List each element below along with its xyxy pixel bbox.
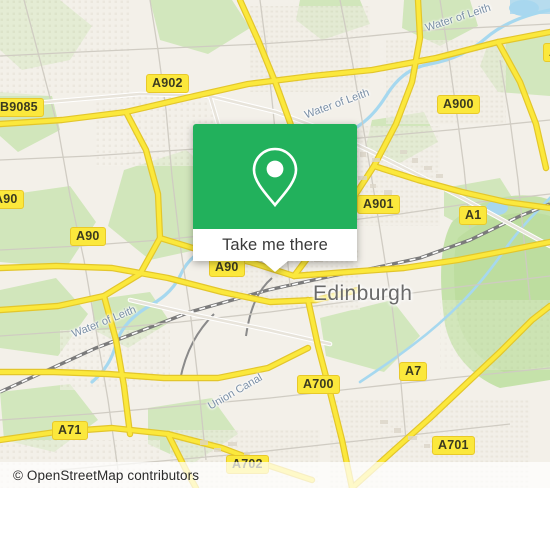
road-shield-a1: A1 (459, 206, 488, 225)
popup-header (193, 124, 357, 229)
popup-footer[interactable]: Take me there (193, 229, 357, 261)
map-screenshot: Edinburgh Water of Leith Water of Leith … (0, 0, 550, 550)
map-attribution-bar: © OpenStreetMap contributors (0, 462, 550, 488)
road-shield-b9085: B9085 (0, 98, 44, 117)
road-shield-a701: A701 (432, 436, 475, 455)
road-shield-edge: A (543, 43, 550, 62)
popup-tail-pointer (262, 261, 288, 272)
road-shield-a90-south: A90 (70, 227, 106, 246)
footer-bar: Getaway Sailing, 196 Rose Street Eh2 Edi… (0, 488, 550, 550)
road-shield-a901: A901 (357, 195, 400, 214)
attribution-text[interactable]: © OpenStreetMap contributors (0, 468, 199, 483)
road-shield-a7: A7 (399, 362, 428, 381)
road-shield-a71: A71 (52, 421, 88, 440)
road-shield-a900: A900 (437, 95, 480, 114)
map-viewport[interactable]: Edinburgh Water of Leith Water of Leith … (0, 0, 550, 488)
road-shield-a90-west: A90 (0, 190, 24, 209)
location-pin-icon (252, 147, 298, 207)
road-shield-a902: A902 (146, 74, 189, 93)
road-shield-a700: A700 (297, 375, 340, 394)
location-popup-card[interactable]: Take me there (193, 124, 357, 272)
take-me-there-label: Take me there (222, 235, 328, 254)
map-city-label: Edinburgh (313, 282, 413, 305)
